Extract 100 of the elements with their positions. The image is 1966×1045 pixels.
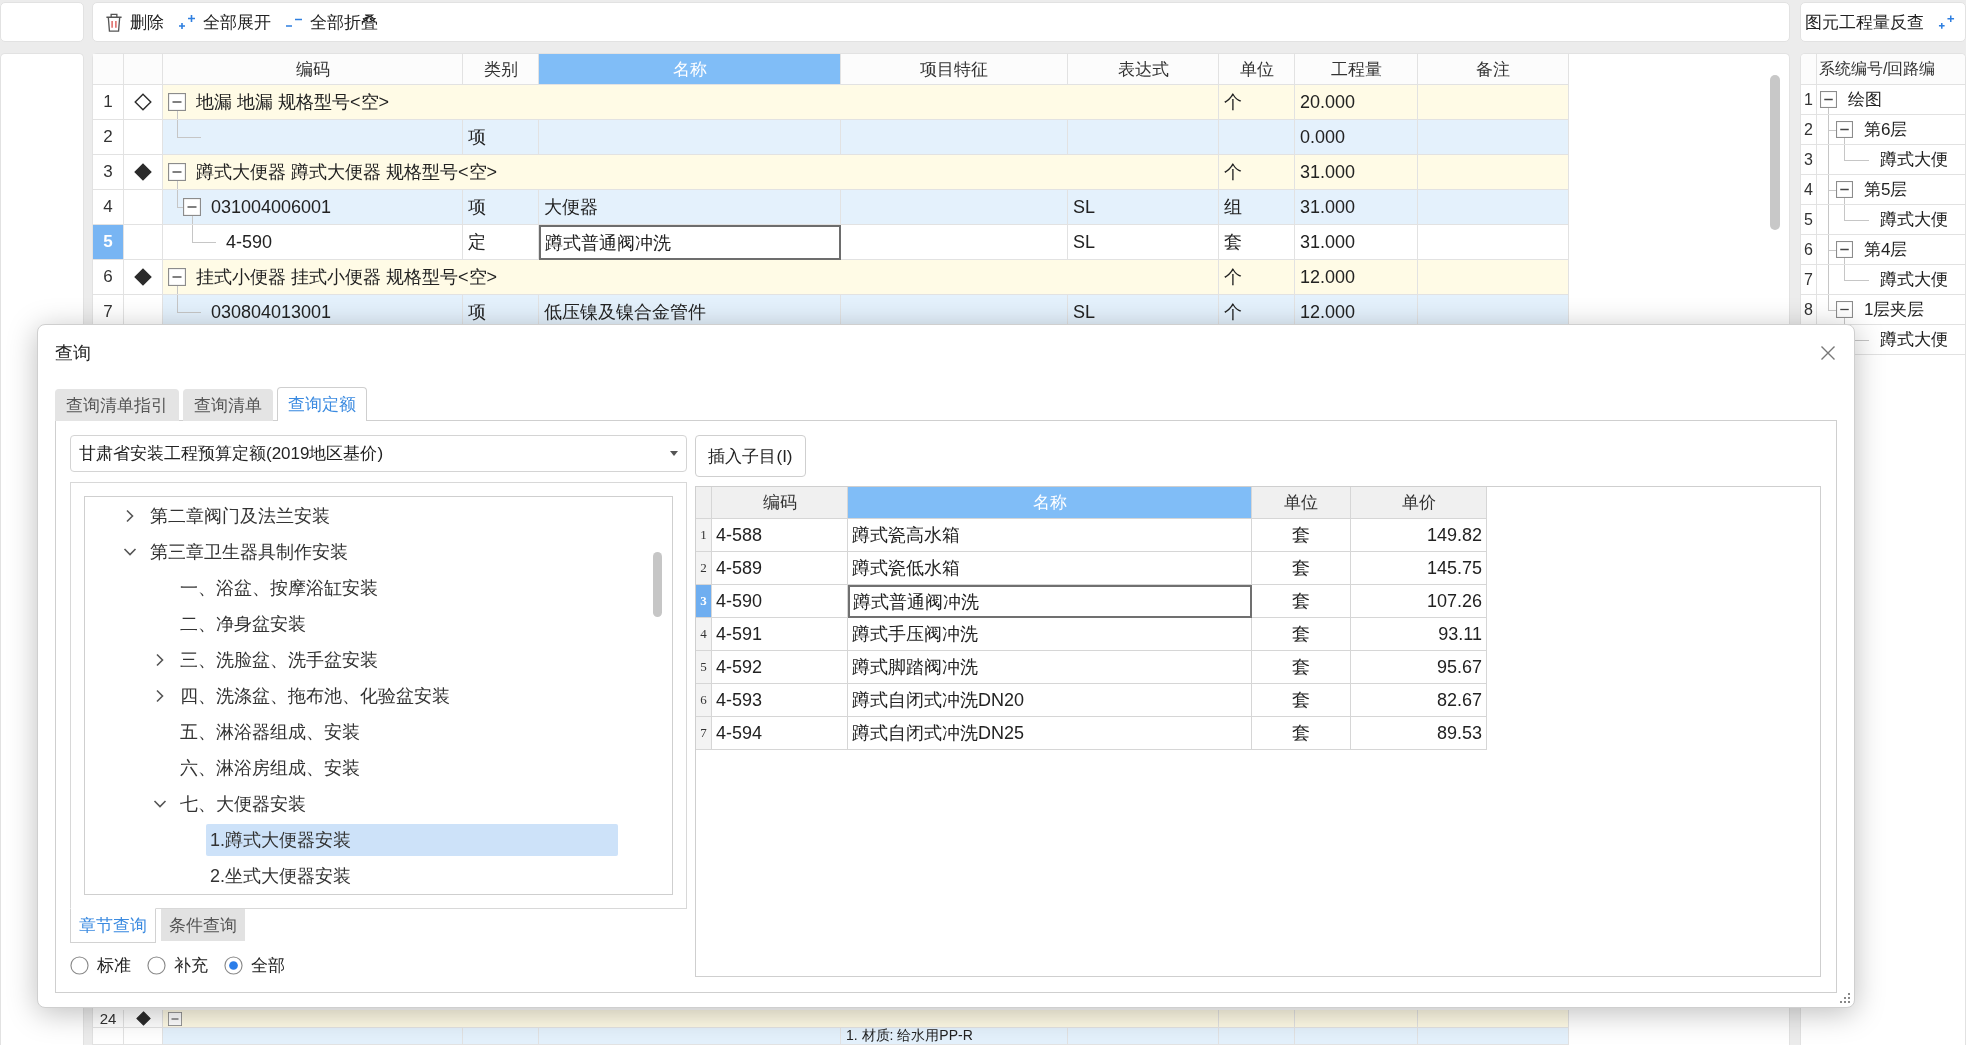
row-number[interactable]: 7 xyxy=(696,717,712,750)
column-header[interactable]: 单位 xyxy=(1252,487,1351,519)
trash-icon xyxy=(105,12,123,32)
group-title: 蹲式大便器 蹲式大便器 规格型号<空> xyxy=(196,161,498,184)
table-row[interactable]: 24 xyxy=(93,1010,1569,1028)
table-cell: 蹲式瓷高水箱 xyxy=(848,519,1252,552)
tree-item: 第5层 xyxy=(1864,179,1908,201)
table-cell: 030804013001 xyxy=(211,301,332,323)
tree-item: 1层夹层 xyxy=(1864,299,1925,321)
tree-row[interactable]: 3 蹲式大便 xyxy=(1801,145,1965,175)
minus-box-icon[interactable] xyxy=(1820,91,1837,108)
table-cell: 4-594 xyxy=(712,717,848,750)
resize-grip-icon[interactable] xyxy=(1840,993,1850,1003)
tab[interactable]: 条件查询 xyxy=(161,909,245,941)
radio-option[interactable]: 补充 xyxy=(147,953,208,977)
tree-item[interactable]: 二、净身盆安装 xyxy=(176,608,310,640)
row-number[interactable]: 5 xyxy=(696,651,712,684)
close-icon[interactable] xyxy=(1820,345,1836,361)
panel-title[interactable]: 图元工程量反查 xyxy=(1805,10,1924,34)
table-cell: 145.75 xyxy=(1351,552,1487,585)
table-cell: 1. 材质: 给水用PP-R xyxy=(841,1028,1068,1045)
tree-item[interactable]: 一、浴盆、按摩浴缸安装 xyxy=(176,572,382,604)
tree-row[interactable]: 4 第5层 xyxy=(1801,175,1965,205)
table-cell: 套 xyxy=(1252,618,1351,651)
tree-row[interactable]: 6 第4层 xyxy=(1801,235,1965,265)
table-cell: 蹲式普通阀冲洗 xyxy=(539,225,841,260)
table-cell: 蹲式脚踏阀冲洗 xyxy=(848,651,1252,684)
tree-item[interactable]: 第三章卫生器具制作安装 xyxy=(146,536,352,568)
table-cell: 蹲式瓷低水箱 xyxy=(848,552,1252,585)
table-cell: 套 xyxy=(1252,585,1351,618)
tree-item[interactable]: 四、洗涤盆、拖布池、化验盆安装 xyxy=(176,680,454,712)
scrollbar-thumb[interactable] xyxy=(653,552,662,617)
radio-option[interactable]: 标准 xyxy=(70,953,131,977)
table-cell: 套 xyxy=(1252,552,1351,585)
row-number[interactable]: 2 xyxy=(696,552,712,585)
table-cell: 套 xyxy=(1252,684,1351,717)
table-cell: 套 xyxy=(1252,519,1351,552)
tab[interactable]: 章节查询 xyxy=(70,908,156,943)
tree-item: 蹲式大便 xyxy=(1880,269,1948,291)
library-dropdown[interactable]: 甘肃省安装工程预算定额(2019地区基价) xyxy=(70,435,687,472)
table-cell: 89.53 xyxy=(1351,717,1487,750)
table-cell: 蹲式自闭式冲洗DN20 xyxy=(848,684,1252,717)
table-cell: 93.11 xyxy=(1351,618,1487,651)
table-cell: 107.26 xyxy=(1351,585,1487,618)
tree-item[interactable]: 六、淋浴房组成、安装 xyxy=(176,752,364,784)
minus-box-icon[interactable] xyxy=(1836,241,1853,258)
tree-item: 绘图 xyxy=(1848,89,1882,111)
table-cell: 蹲式自闭式冲洗DN25 xyxy=(848,717,1252,750)
table-cell: 4-592 xyxy=(712,651,848,684)
plus-icon xyxy=(178,12,196,32)
tree-row[interactable]: 1 绘图 xyxy=(1801,85,1965,115)
tree-item[interactable]: 五、淋浴器组成、安装 xyxy=(176,716,364,748)
tree-item[interactable]: 第二章阀门及法兰安装 xyxy=(146,500,334,532)
tree-item[interactable]: 2.坐式大便器安装 xyxy=(206,860,355,892)
table-row[interactable]: 6 挂式小便器 挂式小便器 规格型号<空> 个 12.000 xyxy=(93,260,1569,295)
table-cell: 4-590 xyxy=(226,231,273,253)
collapse-all-button[interactable]: 全部折叠 xyxy=(281,6,382,38)
table-cell: 4-590 xyxy=(712,585,848,618)
tab[interactable]: 查询清单指引 xyxy=(55,389,179,421)
tree-item: 蹲式大便 xyxy=(1880,329,1948,351)
table-row[interactable]: 3 蹲式大便器 蹲式大便器 规格型号<空> 个 31.000 xyxy=(93,155,1569,190)
row-number[interactable]: 6 xyxy=(696,684,712,717)
table-cell: 031004006001 xyxy=(211,196,332,218)
plus-icon[interactable] xyxy=(1938,13,1955,31)
tab[interactable]: 查询清单 xyxy=(183,389,273,421)
tree-item[interactable]: 1.蹲式大便器安装 xyxy=(206,824,618,856)
table-cell: 蹲式手压阀冲洗 xyxy=(848,618,1252,651)
tree-item: 第4层 xyxy=(1864,239,1908,261)
expand-all-button[interactable]: 全部展开 xyxy=(174,6,275,38)
table-cell: 149.82 xyxy=(1351,519,1487,552)
table-cell: 95.67 xyxy=(1351,651,1487,684)
minus-box-icon[interactable] xyxy=(1836,121,1853,138)
tree-item: 蹲式大便 xyxy=(1880,149,1948,171)
table-row[interactable]: 1 地漏 地漏 规格型号<空> 个 20.000 xyxy=(93,85,1569,120)
radio-option[interactable]: 全部 xyxy=(224,953,285,977)
minus-box-icon[interactable] xyxy=(1836,301,1853,318)
insert-button[interactable]: 插入子目(I) xyxy=(695,435,806,477)
row-number[interactable]: 4 xyxy=(696,618,712,651)
table-row[interactable]: 1. 材质: 给水用PP-R xyxy=(93,1028,1569,1045)
tab[interactable]: 查询定额 xyxy=(277,387,367,421)
table-row[interactable]: 4 031004006001 项 大便器 SL 组 31.000 xyxy=(93,190,1569,225)
scrollbar-thumb[interactable] xyxy=(1770,75,1780,230)
table-cell: 4-589 xyxy=(712,552,848,585)
column-header[interactable]: 单价 xyxy=(1351,487,1487,519)
tree-item[interactable]: 七、大便器安装 xyxy=(176,788,310,820)
table-cell: 4-588 xyxy=(712,519,848,552)
tree-row[interactable]: 8 1层夹层 xyxy=(1801,295,1965,325)
group-title: 挂式小便器 挂式小便器 规格型号<空> xyxy=(196,266,498,289)
column-header[interactable]: 编码 xyxy=(712,487,848,519)
tree-item: 第6层 xyxy=(1864,119,1908,141)
tree-row[interactable]: 2 第6层 xyxy=(1801,115,1965,145)
caret-icon xyxy=(670,451,678,456)
table-row[interactable]: 2 项 0.000 xyxy=(93,120,1569,155)
tree-row[interactable]: 7 蹲式大便 xyxy=(1801,265,1965,295)
minus-box-icon[interactable] xyxy=(1836,181,1853,198)
tree-row[interactable]: 5 蹲式大便 xyxy=(1801,205,1965,235)
row-number[interactable]: 1 xyxy=(696,519,712,552)
tree-item[interactable]: 三、洗脸盆、洗手盆安装 xyxy=(176,644,382,676)
table-row[interactable]: 5 4-590 定 蹲式普通阀冲洗 SL 套 31.000 xyxy=(93,225,1569,260)
delete-button[interactable]: 删除 xyxy=(101,6,168,38)
